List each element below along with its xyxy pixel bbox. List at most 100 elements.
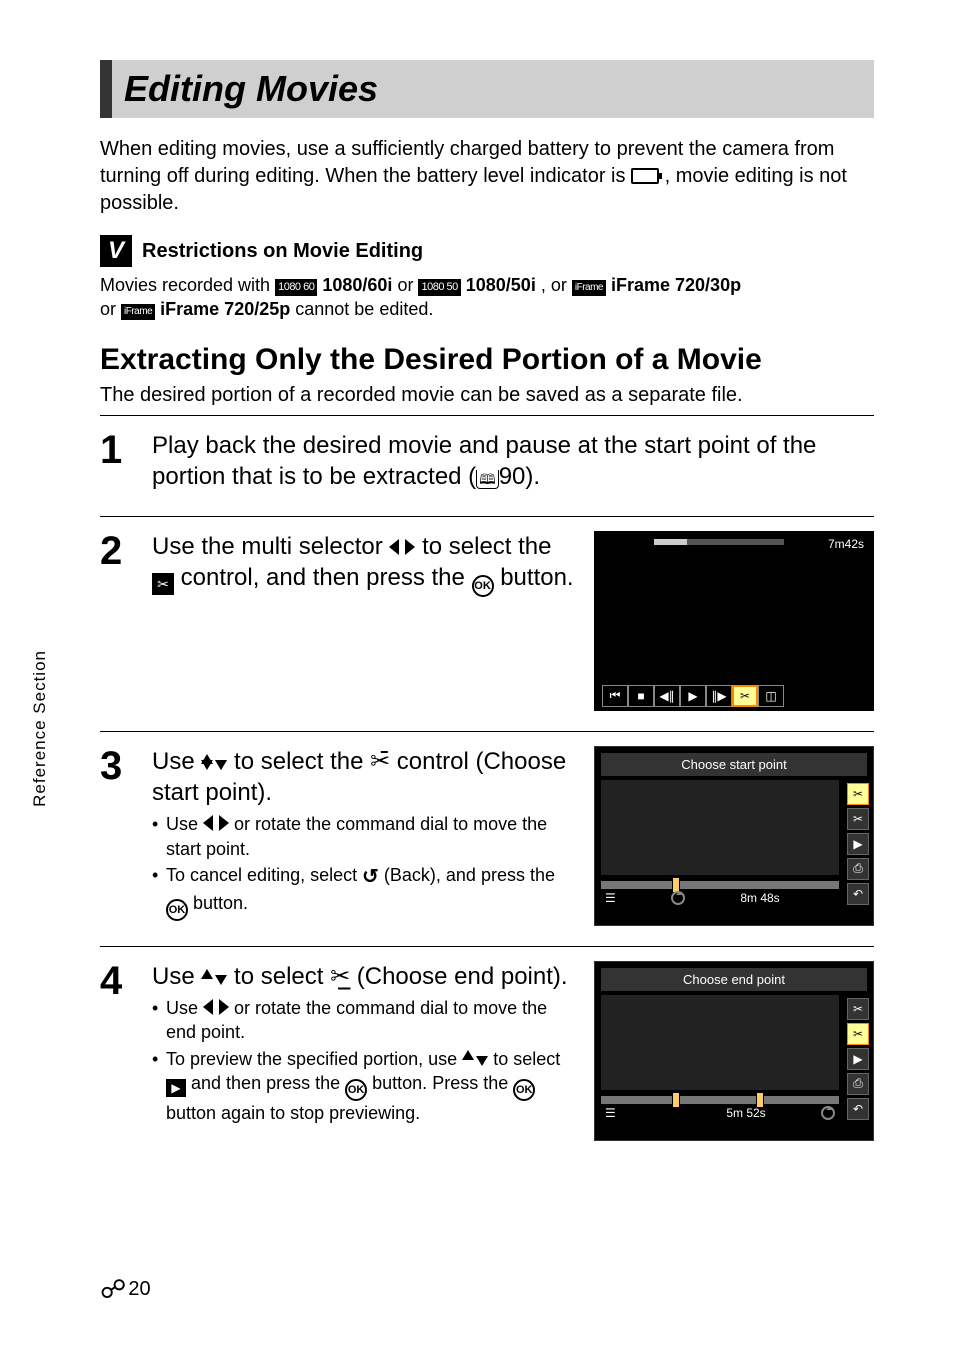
edit-canvas-2 bbox=[601, 995, 839, 1090]
step-2-title: Use the multi selector to select the ✂ c… bbox=[152, 531, 576, 597]
format-icon-1080-50: 1080 50 bbox=[418, 279, 460, 296]
s4-b1a: Use bbox=[166, 998, 203, 1018]
sb-end-icon: ✂ bbox=[847, 808, 869, 830]
step-3-num: 3 bbox=[100, 746, 134, 786]
heading-bar: Editing Movies bbox=[100, 60, 874, 118]
step-4-bullets: Use or rotate the command dial to move t… bbox=[152, 996, 576, 1125]
step-1: 1 Play back the desired movie and pause … bbox=[100, 430, 874, 496]
dial-icon bbox=[671, 891, 685, 905]
sub-desc: The desired portion of a recorded movie … bbox=[100, 384, 874, 407]
s4-ta: Use bbox=[152, 963, 201, 990]
note-body: Movies recorded with 1080 60 1080/60i or… bbox=[100, 273, 874, 322]
caution-v-icon: V bbox=[100, 235, 132, 267]
step-3-screenshot: Choose start point ✂ ✂ ▶ ⎙ ↶ ☰ 8m 48s bbox=[594, 746, 874, 926]
s2-ta: Use the multi selector bbox=[152, 533, 389, 560]
edit-title-start: Choose start point bbox=[601, 753, 867, 776]
page: Editing Movies When editing movies, use … bbox=[0, 0, 954, 1345]
note-header: V Restrictions on Movie Editing bbox=[100, 235, 874, 267]
or1: or bbox=[397, 275, 418, 295]
sb-start-icon-2: ✂ bbox=[847, 998, 869, 1020]
step-4-body: Use to select ✂̲ (Choose end point). Use… bbox=[152, 961, 576, 1127]
left-right-arrows-icon bbox=[389, 537, 415, 557]
s4-b2c: and then press the bbox=[191, 1073, 345, 1093]
playback-screen: 7m42s ⏮ ■ ◀∥ ▶ ∥▶ ✂ ◫ bbox=[594, 531, 874, 711]
fmt3: iFrame 720/30p bbox=[611, 275, 741, 295]
s3-b2: To cancel editing, select ↻ (Back), and … bbox=[152, 863, 576, 921]
ctrl-save-frame-icon: ◫ bbox=[758, 685, 784, 707]
menu-icon-2: ☰ bbox=[605, 1106, 616, 1120]
note-l2b: cannot be edited. bbox=[295, 299, 433, 319]
side-tab: Reference Section bbox=[30, 650, 50, 807]
sb-save-icon: ⎙ bbox=[847, 858, 869, 880]
step-3-title: Use to select the ✂̄ control (Choose sta… bbox=[152, 746, 576, 808]
ctrl-frame-fwd-icon: ∥▶ bbox=[706, 685, 732, 707]
format-icon-iframe-30: iFrame bbox=[572, 280, 606, 296]
playback-time: 7m42s bbox=[828, 537, 864, 551]
step-3-bullets: Use or rotate the command dial to move t… bbox=[152, 812, 576, 921]
s3-b1a: Use bbox=[166, 814, 203, 834]
step-3-body: Use to select the ✂̄ control (Choose sta… bbox=[152, 746, 576, 923]
page-number: 20 bbox=[128, 1278, 150, 1301]
s2-td: button. bbox=[500, 564, 573, 591]
sb-save-icon-2: ⎙ bbox=[847, 1073, 869, 1095]
fmt2: 1080/50i bbox=[466, 275, 536, 295]
ctrl-stop-icon: ■ bbox=[628, 685, 654, 707]
s3-b2c: button. bbox=[193, 893, 248, 913]
sb-start-icon: ✂ bbox=[847, 783, 869, 805]
ctrl-play-icon: ▶ bbox=[680, 685, 706, 707]
ok-button-icon: OK bbox=[472, 575, 494, 597]
left-right-arrows-icon-2 bbox=[203, 813, 229, 833]
edit-sidebar: ✂ ✂ ▶ ⎙ ↶ bbox=[847, 783, 869, 908]
sb-preview-icon-2: ▶ bbox=[847, 1048, 869, 1070]
back-arrow-icon: ↻ bbox=[362, 864, 379, 891]
edit-footer-2: ☰ 5m 52s bbox=[601, 1106, 839, 1120]
step-3: 3 Use to select the ✂̄ control (Choose s… bbox=[100, 746, 874, 926]
fmt1: 1080/60i bbox=[322, 275, 392, 295]
rule-4 bbox=[100, 946, 874, 947]
s3-ta: Use bbox=[152, 748, 201, 775]
sb-end-icon-2: ✂ bbox=[847, 1023, 869, 1045]
s3-tb: to select the bbox=[234, 748, 370, 775]
s1-ref: 90 bbox=[499, 463, 526, 490]
s3-b2b: (Back), and press the bbox=[384, 865, 555, 885]
battery-icon bbox=[631, 168, 659, 184]
rule-2 bbox=[100, 516, 874, 517]
ctrl-scissors-icon: ✂ bbox=[732, 685, 758, 707]
page-title: Editing Movies bbox=[124, 68, 862, 110]
intro-text: When editing movies, use a sufficiently … bbox=[100, 136, 874, 217]
choose-start-icon: ✂̄ bbox=[370, 746, 390, 777]
s1-tb: ). bbox=[525, 463, 540, 490]
s3-b2a: To cancel editing, select bbox=[166, 865, 362, 885]
step-2: 2 Use the multi selector to select the ✂… bbox=[100, 531, 874, 711]
ctrl-frame-back-icon: ◀∥ bbox=[654, 685, 680, 707]
s4-b2d: button. Press the bbox=[372, 1073, 513, 1093]
note-title: Restrictions on Movie Editing bbox=[142, 240, 423, 263]
page-ref-icon: 🕮 bbox=[476, 470, 499, 489]
format-icon-1080-60: 1080 60 bbox=[275, 279, 317, 296]
step-2-body: Use the multi selector to select the ✂ c… bbox=[152, 531, 576, 601]
s4-tc: (Choose end point). bbox=[357, 963, 568, 990]
fmt4: iFrame 720/25p bbox=[160, 299, 290, 319]
s4-b2: To preview the specified portion, use to… bbox=[152, 1047, 576, 1126]
s4-tb: to select bbox=[234, 963, 330, 990]
timeline-marker-start-2 bbox=[672, 1092, 680, 1108]
page-footer: ☍ 20 bbox=[100, 1274, 151, 1305]
sb-back-icon: ↶ bbox=[847, 883, 869, 905]
note-l2a: or bbox=[100, 299, 121, 319]
ctrl-prev-icon: ⏮ bbox=[602, 685, 628, 707]
sb-preview-icon: ▶ bbox=[847, 833, 869, 855]
edit-timeline bbox=[601, 881, 839, 889]
edit-timeline-2 bbox=[601, 1096, 839, 1104]
sb-back-icon-2: ↶ bbox=[847, 1098, 869, 1120]
step-4-title: Use to select ✂̲ (Choose end point). bbox=[152, 961, 576, 992]
step-2-screenshot: 7m42s ⏮ ■ ◀∥ ▶ ∥▶ ✂ ◫ bbox=[594, 531, 874, 711]
ok-button-icon-3: OK bbox=[345, 1079, 367, 1101]
s4-b1: Use or rotate the command dial to move t… bbox=[152, 996, 576, 1045]
dial-icon-2 bbox=[821, 1106, 835, 1120]
playback-control-bar: ⏮ ■ ◀∥ ▶ ∥▶ ✂ ◫ bbox=[602, 685, 784, 707]
ok-button-icon-4: OK bbox=[513, 1079, 535, 1101]
menu-icon: ☰ bbox=[605, 891, 616, 905]
step-1-body: Play back the desired movie and pause at… bbox=[152, 430, 874, 496]
s4-b2e: button again to stop previewing. bbox=[166, 1103, 420, 1123]
edit-time-end: 5m 52s bbox=[726, 1106, 765, 1120]
